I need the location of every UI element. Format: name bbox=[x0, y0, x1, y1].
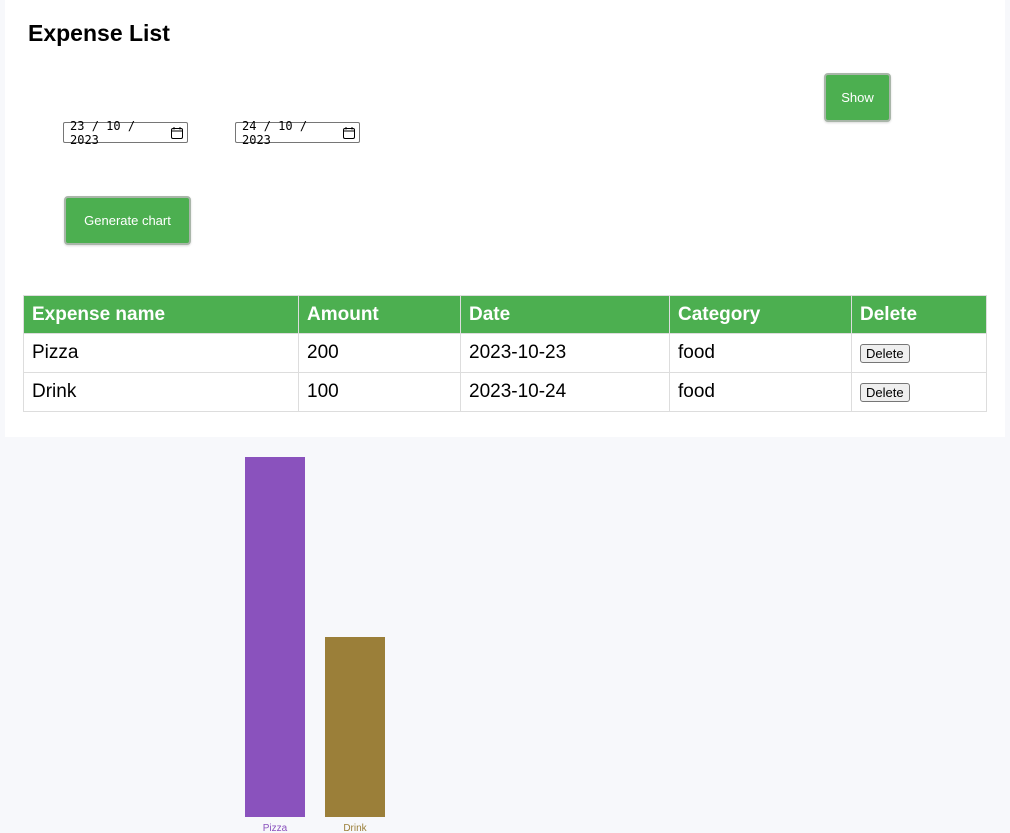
expense-panel: Expense List 23 / 10 / 2023 24 / 10 / 20… bbox=[5, 0, 1005, 437]
header-amount: Amount bbox=[298, 295, 461, 334]
expense-chart: Pizza Drink bbox=[0, 437, 1010, 833]
header-delete: Delete bbox=[851, 295, 987, 334]
table-row: Drink 100 2023-10-24 food Delete bbox=[23, 372, 987, 412]
header-date: Date bbox=[460, 295, 670, 334]
header-expense-name: Expense name bbox=[23, 295, 299, 334]
cell-category: food bbox=[669, 333, 852, 373]
header-category: Category bbox=[669, 295, 852, 334]
cell-expense-name: Pizza bbox=[23, 333, 299, 373]
show-button[interactable]: Show bbox=[824, 73, 891, 122]
expense-table: Expense name Amount Date Category Delete… bbox=[23, 295, 987, 412]
cell-date: 2023-10-24 bbox=[460, 372, 670, 412]
bar-pizza bbox=[245, 457, 305, 817]
cell-date: 2023-10-23 bbox=[460, 333, 670, 373]
calendar-icon[interactable] bbox=[171, 126, 183, 139]
page-title: Expense List bbox=[28, 20, 170, 46]
cell-amount: 200 bbox=[298, 333, 461, 373]
cell-delete: Delete bbox=[851, 372, 987, 412]
generate-chart-button[interactable]: Generate chart bbox=[64, 196, 191, 245]
bar-label: Drink bbox=[343, 823, 367, 833]
end-date-input[interactable]: 24 / 10 / 2023 bbox=[235, 119, 360, 147]
delete-button[interactable]: Delete bbox=[860, 383, 910, 402]
start-date-input[interactable]: 23 / 10 / 2023 bbox=[63, 119, 188, 147]
calendar-icon[interactable] bbox=[343, 126, 355, 139]
bar-drink bbox=[325, 637, 385, 817]
cell-category: food bbox=[669, 372, 852, 412]
end-date-value: 24 / 10 / 2023 bbox=[242, 118, 308, 147]
bar-label: Pizza bbox=[263, 823, 288, 833]
cell-delete: Delete bbox=[851, 333, 987, 373]
delete-button[interactable]: Delete bbox=[860, 344, 910, 363]
table-row: Pizza 200 2023-10-23 food Delete bbox=[23, 333, 987, 373]
table-header-row: Expense name Amount Date Category Delete bbox=[23, 295, 987, 334]
cell-expense-name: Drink bbox=[23, 372, 299, 412]
start-date-value: 23 / 10 / 2023 bbox=[70, 118, 136, 147]
cell-amount: 100 bbox=[298, 372, 461, 412]
bar-chart: Pizza Drink bbox=[245, 457, 385, 833]
